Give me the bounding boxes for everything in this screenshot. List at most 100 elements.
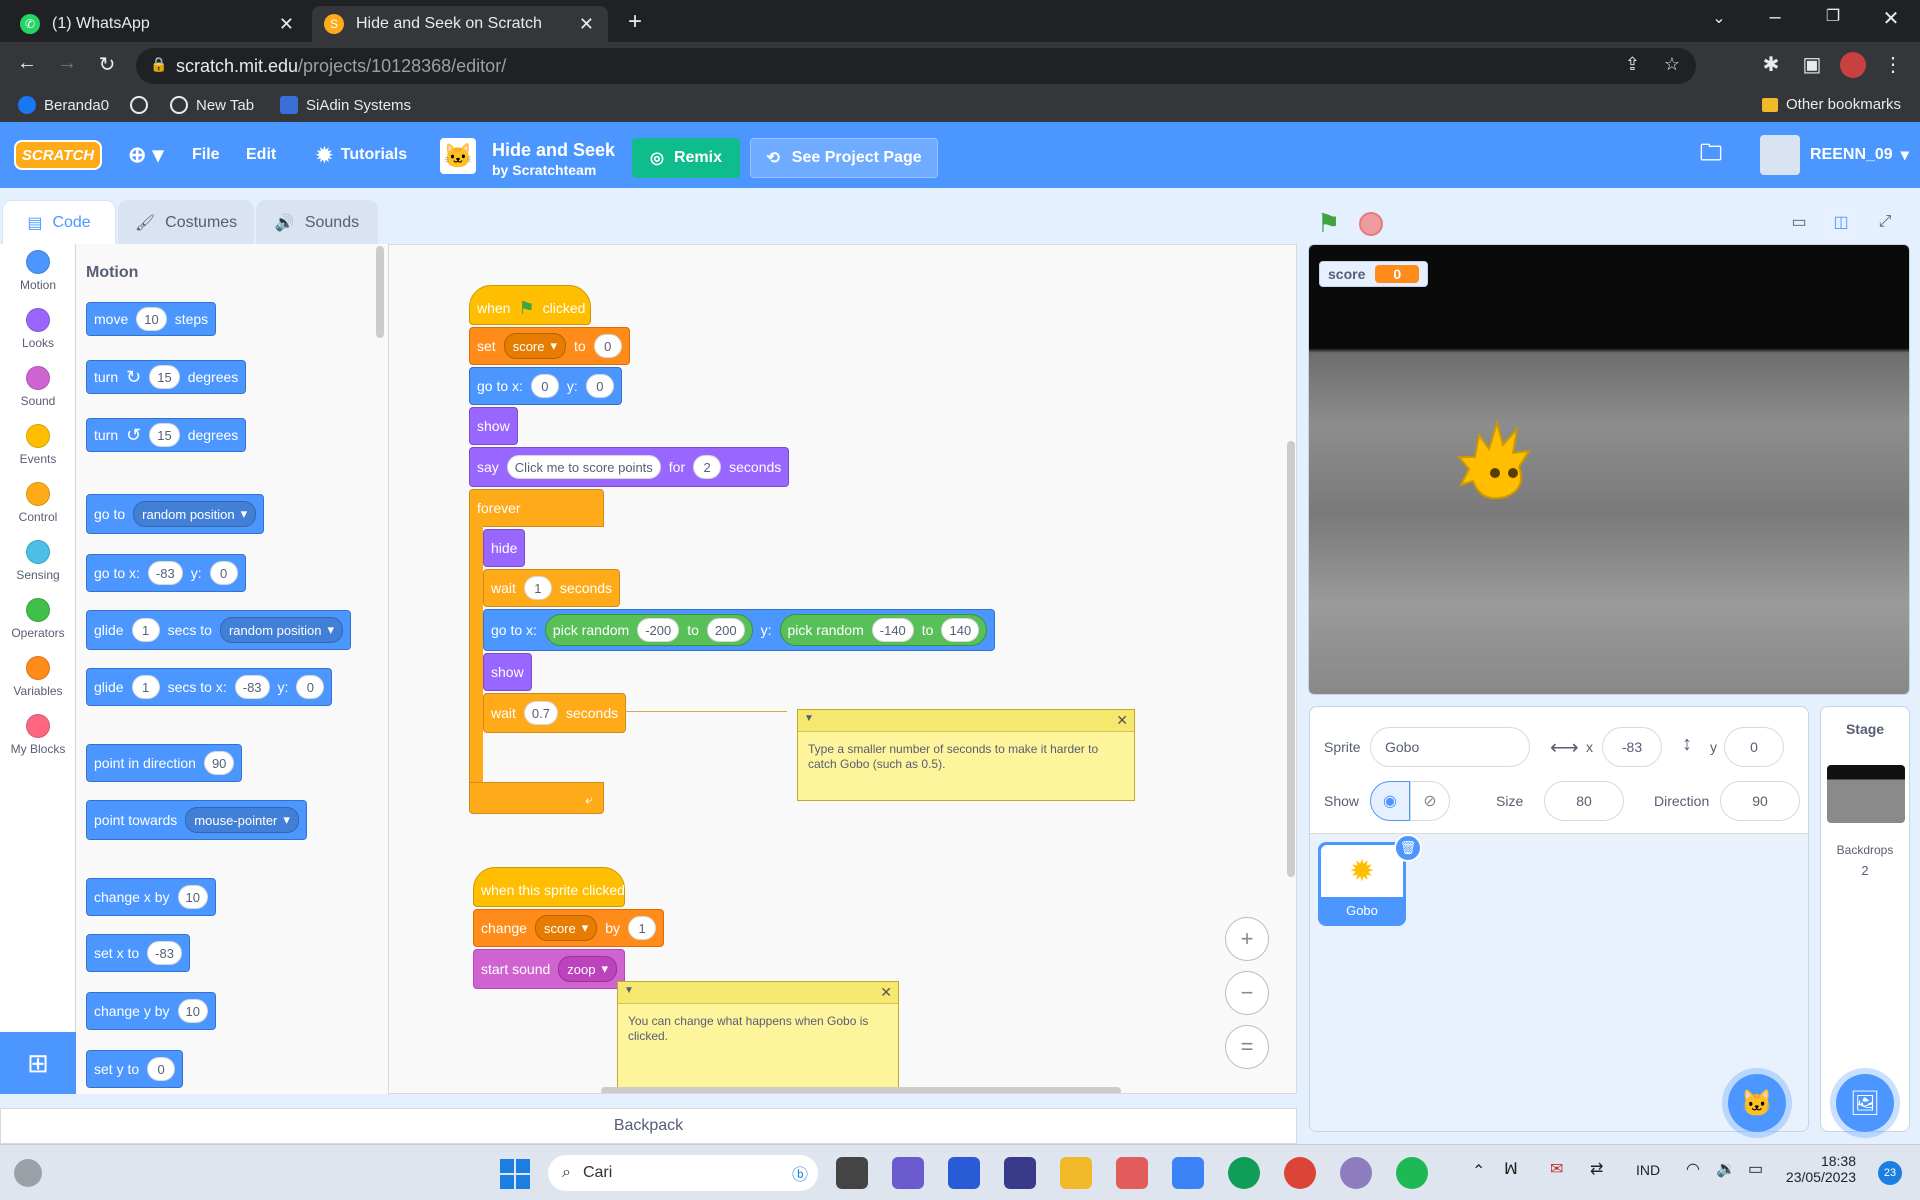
app-m-icon[interactable]: [1004, 1157, 1036, 1189]
block-input[interactable]: 10: [177, 999, 208, 1023]
category-control[interactable]: Control: [0, 476, 76, 534]
spotify-icon[interactable]: [1396, 1157, 1428, 1189]
block-input[interactable]: 90: [203, 751, 235, 775]
block-when-sprite-clicked[interactable]: when this sprite clicked: [473, 867, 625, 907]
star-icon[interactable]: ☆: [1664, 54, 1680, 75]
stage-canvas[interactable]: score 0: [1308, 244, 1910, 695]
windows-start-icon[interactable]: [500, 1159, 530, 1189]
code-workspace[interactable]: when ⚑ clicked set score ▾ to 0 go to x: 0 y: 0 s…: [389, 244, 1297, 1094]
block-wait[interactable]: wait 1 seconds: [483, 569, 621, 607]
address-bar[interactable]: 🔒 scratch.mit.edu/projects/10128368/edit…: [136, 48, 1696, 84]
block-input[interactable]: 200: [706, 618, 745, 642]
tray-mail-icon[interactable]: ✉: [1550, 1159, 1563, 1179]
my-stuff-folder-icon[interactable]: 🗀: [1700, 122, 1722, 188]
block-point-towards[interactable]: point towards mouse-pointer ▾: [86, 800, 307, 840]
block-input[interactable]: 0: [296, 675, 325, 699]
block-set-y[interactable]: set y to 0: [86, 1050, 184, 1088]
wifi-icon[interactable]: ◠: [1686, 1159, 1700, 1179]
block-go-to-xy[interactable]: go to x: 0 y: 0: [469, 367, 622, 405]
block-show[interactable]: show: [469, 407, 518, 445]
block-input[interactable]: 0: [147, 1057, 176, 1081]
block-input[interactable]: 0: [593, 334, 622, 358]
palette-scrollbar[interactable]: [376, 246, 384, 338]
teams-icon[interactable]: [892, 1157, 924, 1189]
block-set-variable[interactable]: set score ▾ to 0: [469, 327, 630, 365]
notification-badge[interactable]: 23: [1878, 1161, 1902, 1185]
block-input[interactable]: 1: [523, 576, 552, 600]
minimize-icon[interactable]: –: [1760, 6, 1790, 29]
account-menu[interactable]: REENN_09 ▾: [1810, 122, 1909, 188]
file-menu[interactable]: File: [192, 122, 220, 188]
store-icon[interactable]: [948, 1157, 980, 1189]
bookmark-new-tab[interactable]: New Tab: [170, 96, 254, 114]
block-input[interactable]: -83: [147, 941, 182, 965]
close-tab-icon[interactable]: ✕: [579, 14, 594, 35]
block-move-steps[interactable]: move 10 steps: [86, 302, 217, 336]
block-dropdown[interactable]: score ▾: [503, 333, 567, 359]
back-icon[interactable]: ←: [12, 52, 42, 75]
fullscreen-icon[interactable]: ⤢: [1865, 202, 1905, 242]
block-when-flag-clicked[interactable]: when ⚑ clicked: [469, 285, 591, 325]
bookmark-siadin[interactable]: SiAdin Systems: [280, 96, 411, 114]
block-input[interactable]: 15: [149, 365, 180, 389]
block-dropdown[interactable]: mouse-pointer ▾: [185, 807, 299, 833]
small-stage-icon[interactable]: ▭: [1779, 202, 1819, 242]
direction-field[interactable]: 90: [1720, 781, 1800, 821]
block-input[interactable]: -83: [234, 675, 270, 699]
block-show[interactable]: show: [483, 653, 532, 691]
language-indicator[interactable]: IND: [1636, 1162, 1660, 1178]
block-forever[interactable]: forever: [469, 489, 604, 527]
chrome-icon[interactable]: [1284, 1157, 1316, 1189]
backdrop-thumbnail[interactable]: [1827, 765, 1905, 823]
block-input[interactable]: 1: [131, 675, 160, 699]
zoom-in-icon[interactable]: +: [1225, 917, 1269, 961]
block-say-for-secs[interactable]: say Click me to score points for 2 seconds: [469, 447, 790, 487]
remix-button[interactable]: ◎ Remix: [632, 138, 740, 178]
tab-whatsapp[interactable]: ✆ (1) WhatsApp ✕: [8, 6, 308, 42]
block-input[interactable]: 1: [628, 916, 657, 940]
edit-menu[interactable]: Edit: [246, 122, 276, 188]
language-globe-icon[interactable]: ⊕ ▾: [128, 122, 164, 188]
block-input[interactable]: 1: [131, 618, 160, 642]
block-turn-left[interactable]: turn ↺ 15 degrees: [86, 418, 247, 452]
bookmark-beranda[interactable]: Beranda0: [18, 96, 109, 114]
delete-sprite-icon[interactable]: 🗑: [1394, 834, 1422, 862]
block-go-to-random-xy[interactable]: go to x: pick random -200 to 200 y: pick ra…: [483, 609, 996, 651]
tab-sounds[interactable]: 🔊 Sounds: [256, 200, 378, 244]
block-input[interactable]: 0: [585, 374, 614, 398]
block-input[interactable]: -83: [147, 561, 183, 585]
tab-costumes[interactable]: 🖌 Costumes: [118, 200, 254, 244]
task-view-icon[interactable]: [836, 1157, 868, 1189]
add-extension-button[interactable]: ⊞: [0, 1032, 76, 1094]
y-field[interactable]: 0: [1724, 727, 1784, 767]
x-field[interactable]: -83: [1602, 727, 1662, 767]
block-input[interactable]: 140: [941, 618, 980, 642]
restore-icon[interactable]: ❐: [1818, 6, 1848, 26]
app-tools-icon[interactable]: [1116, 1157, 1148, 1189]
other-bookmarks[interactable]: Other bookmarks: [1762, 96, 1901, 113]
menu-dots-icon[interactable]: ⋮: [1878, 52, 1908, 77]
widgets-icon[interactable]: [14, 1159, 42, 1187]
size-field[interactable]: 80: [1544, 781, 1624, 821]
new-tab-icon[interactable]: +: [620, 8, 650, 36]
backpack-bar[interactable]: Backpack: [0, 1108, 1297, 1144]
taskbar-search[interactable]: ⌕ Cari ⓑ: [548, 1155, 818, 1191]
block-dropdown[interactable]: random position ▾: [219, 617, 343, 643]
block-input[interactable]: -140: [871, 618, 914, 642]
category-sound[interactable]: Sound: [0, 360, 76, 418]
block-input[interactable]: 15: [149, 423, 180, 447]
close-comment-icon[interactable]: ✕: [880, 984, 892, 1001]
workspace-vscroll[interactable]: [1287, 441, 1295, 877]
block-set-x[interactable]: set x to -83: [86, 934, 190, 972]
block-dropdown[interactable]: random position ▾: [133, 501, 257, 527]
volume-icon[interactable]: 🔉: [1716, 1159, 1736, 1179]
comment-note[interactable]: ▼ ✕ Type a smaller number of seconds to m…: [797, 709, 1135, 801]
edge-icon[interactable]: [1228, 1157, 1260, 1189]
category-sensing[interactable]: Sensing: [0, 534, 76, 592]
block-input[interactable]: 2: [693, 455, 722, 479]
block-pick-random-y[interactable]: pick random -140 to 140: [779, 614, 988, 646]
tray-settings-icon[interactable]: ⇄: [1590, 1159, 1603, 1179]
share-icon[interactable]: ⇪: [1625, 54, 1640, 75]
scratch-logo[interactable]: SCRATCH: [14, 140, 102, 170]
zoom-reset-icon[interactable]: =: [1225, 1025, 1269, 1069]
